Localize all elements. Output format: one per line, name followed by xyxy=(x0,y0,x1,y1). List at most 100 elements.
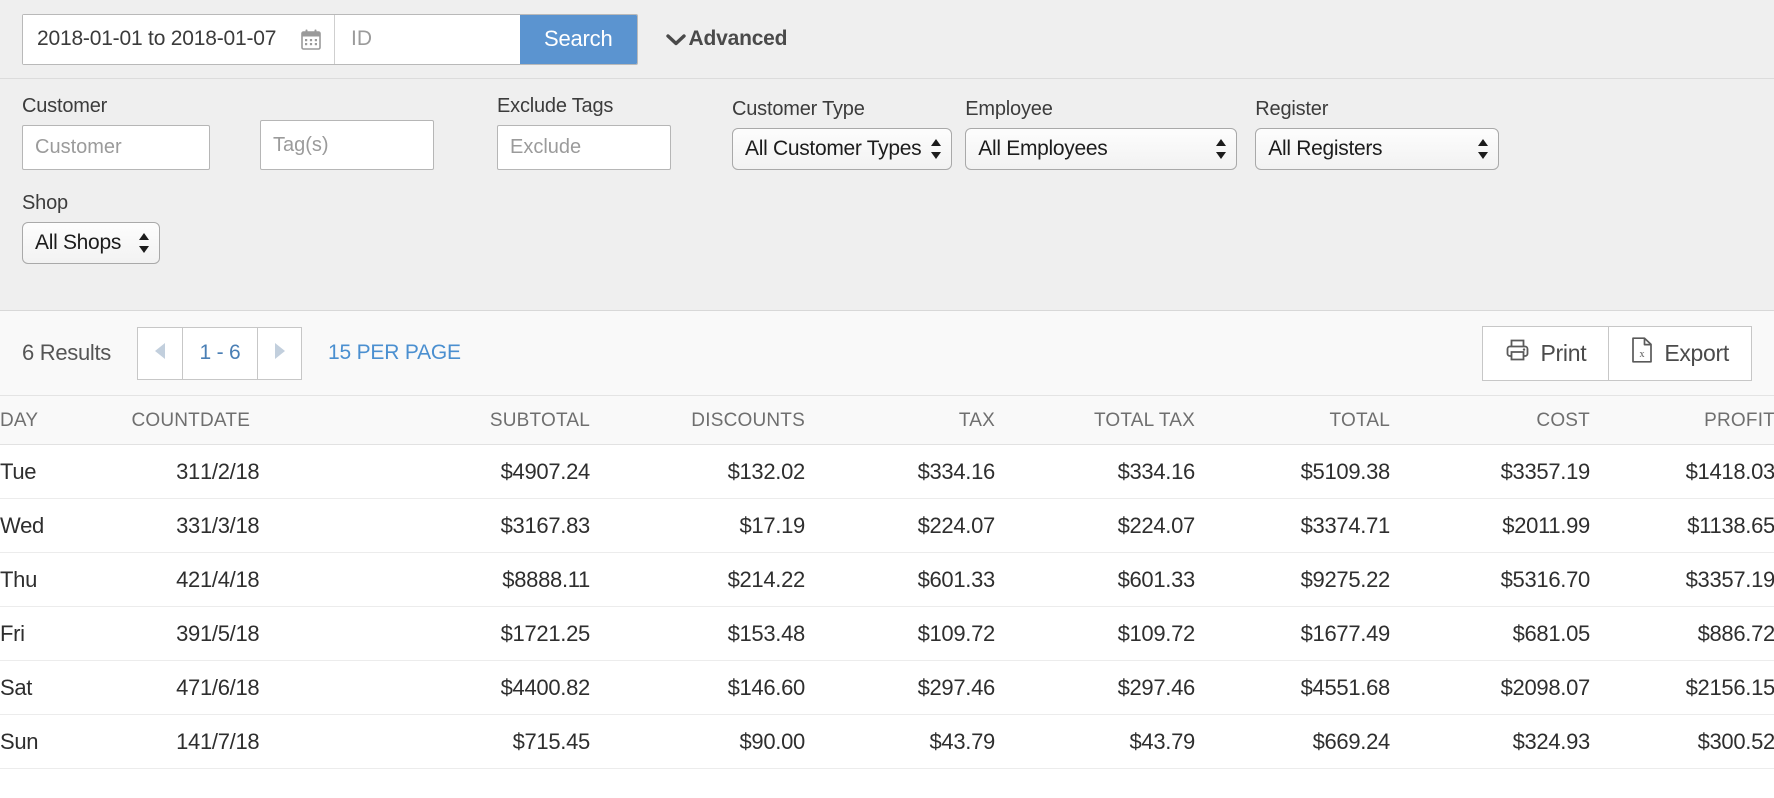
employee-select[interactable]: All Employees xyxy=(965,128,1238,170)
cell-date: 1/6/18 xyxy=(200,660,380,715)
customer-input[interactable] xyxy=(22,125,210,170)
cell-cost: $2011.99 xyxy=(1390,498,1590,553)
filter-employee: Employee All Employees xyxy=(965,98,1238,170)
column-header-profit[interactable]: PROFIT xyxy=(1590,396,1774,445)
printer-icon xyxy=(1505,338,1530,368)
cell-date: 1/3/18 xyxy=(200,498,380,553)
pagination-current-page[interactable]: 1 - 6 xyxy=(182,326,258,380)
column-header-total[interactable]: TOTAL xyxy=(1195,396,1390,445)
calendar-icon[interactable] xyxy=(301,29,321,50)
cell-tax: $224.07 xyxy=(805,498,995,553)
cell-cost: $5316.70 xyxy=(1390,552,1590,607)
export-label: Export xyxy=(1664,339,1729,366)
cell-tax: $297.46 xyxy=(805,660,995,715)
column-header-count[interactable]: COUNT xyxy=(110,396,200,445)
cell-date: 1/4/18 xyxy=(200,552,380,607)
column-header-subtotal[interactable]: SUBTOTAL xyxy=(380,396,590,445)
table-row[interactable]: Fri 39 1/5/18 $1721.25 $153.48 $109.72 $… xyxy=(0,606,1774,661)
filter-exclude-tags: Exclude Tags xyxy=(497,95,671,170)
cell-total-tax: $601.33 xyxy=(995,552,1195,607)
table-row[interactable]: Thu 42 1/4/18 $8888.11 $214.22 $601.33 $… xyxy=(0,552,1774,607)
table-head: DAY COUNT DATE SUBTOTAL DISCOUNTS TAX TO… xyxy=(0,396,1774,445)
cell-date: 1/2/18 xyxy=(200,444,380,499)
select-spinner-icon xyxy=(138,231,150,255)
cell-total: $1677.49 xyxy=(1195,606,1390,661)
cell-day: Sat xyxy=(0,660,110,715)
cell-discounts: $17.19 xyxy=(590,498,805,553)
cell-total: $3374.71 xyxy=(1195,498,1390,553)
cell-day: Tue xyxy=(0,444,110,499)
cell-day: Sun xyxy=(0,714,110,769)
id-input[interactable] xyxy=(349,26,506,52)
filter-tags xyxy=(260,120,434,170)
customer-type-select[interactable]: All Customer Types xyxy=(732,128,953,170)
column-header-cost[interactable]: COST xyxy=(1390,396,1590,445)
table-row[interactable]: Sun 14 1/7/18 $715.45 $90.00 $43.79 $43.… xyxy=(0,714,1774,769)
export-button[interactable]: x Export xyxy=(1608,325,1752,381)
cell-total: $9275.22 xyxy=(1195,552,1390,607)
filters-row-1: Customer Exclude Tags Customer Type All … xyxy=(22,95,1752,170)
table-row[interactable]: Wed 33 1/3/18 $3167.83 $17.19 $224.07 $2… xyxy=(0,498,1774,553)
column-header-discounts[interactable]: DISCOUNTS xyxy=(590,396,805,445)
cell-subtotal: $1721.25 xyxy=(380,606,590,661)
pagination-next-button[interactable] xyxy=(257,326,303,380)
cell-day: Thu xyxy=(0,552,110,607)
results-count: 6 Results xyxy=(22,340,112,365)
shop-select[interactable]: All Shops xyxy=(22,222,160,264)
cell-tax: $43.79 xyxy=(805,714,995,769)
cell-count: 47 xyxy=(110,660,200,715)
cell-subtotal: $715.45 xyxy=(380,714,590,769)
column-header-total-tax[interactable]: TOTAL TAX xyxy=(995,396,1195,445)
shop-label: Shop xyxy=(22,192,68,214)
cell-count: 31 xyxy=(110,444,200,499)
chevron-down-icon xyxy=(665,33,686,46)
date-range-field[interactable]: 2018-01-01 to 2018-01-07 xyxy=(23,14,335,64)
cell-cost: $2098.07 xyxy=(1390,660,1590,715)
cell-profit: $300.52 xyxy=(1590,714,1774,769)
select-spinner-icon xyxy=(930,137,942,161)
column-header-date[interactable]: DATE xyxy=(200,396,380,445)
cell-total: $669.24 xyxy=(1195,714,1390,769)
table-row[interactable]: Sat 47 1/6/18 $4400.82 $146.60 $297.46 $… xyxy=(0,660,1774,715)
cell-cost: $681.05 xyxy=(1390,606,1590,661)
caret-left-icon xyxy=(153,342,167,365)
cell-discounts: $153.48 xyxy=(590,606,805,661)
filter-customer: Customer xyxy=(22,95,210,170)
column-header-day[interactable]: DAY xyxy=(0,396,110,445)
cell-cost: $3357.19 xyxy=(1390,444,1590,499)
table-row[interactable]: Tue 31 1/2/18 $4907.24 $132.02 $334.16 $… xyxy=(0,444,1774,499)
filter-customer-type: Customer Type All Customer Types xyxy=(732,98,953,170)
table-body: Tue 31 1/2/18 $4907.24 $132.02 $334.16 $… xyxy=(0,444,1774,769)
cell-subtotal: $4907.24 xyxy=(380,444,590,499)
filter-register: Register All Registers xyxy=(1255,98,1500,170)
per-page-selector[interactable]: 15 PER PAGE xyxy=(328,341,461,365)
cell-profit: $3357.19 xyxy=(1590,552,1774,607)
cell-date: 1/5/18 xyxy=(200,606,380,661)
shop-value: All Shops xyxy=(35,231,122,254)
pagination-prev-button[interactable] xyxy=(137,326,183,380)
select-spinner-icon xyxy=(1477,137,1489,161)
select-spinner-icon xyxy=(1215,137,1227,161)
exclude-tags-input[interactable] xyxy=(497,125,671,170)
cell-tax: $109.72 xyxy=(805,606,995,661)
cell-count: 42 xyxy=(110,552,200,607)
caret-right-icon xyxy=(273,342,287,365)
excel-file-icon: x xyxy=(1631,337,1653,369)
filter-shop: Shop All Shops xyxy=(22,192,160,264)
cell-day: Wed xyxy=(0,498,110,553)
cell-subtotal: $4400.82 xyxy=(380,660,590,715)
column-header-tax[interactable]: TAX xyxy=(805,396,995,445)
advanced-toggle[interactable]: Advanced xyxy=(665,27,788,51)
tags-input[interactable] xyxy=(260,120,434,170)
search-input-group: 2018-01-01 to 2018-01-07 Search xyxy=(22,13,638,65)
search-button[interactable]: Search xyxy=(520,14,637,64)
cell-total-tax: $43.79 xyxy=(995,714,1195,769)
advanced-label: Advanced xyxy=(688,27,788,50)
customer-label: Customer xyxy=(22,95,108,117)
register-select[interactable]: All Registers xyxy=(1255,128,1500,170)
print-button[interactable]: Print xyxy=(1481,325,1609,381)
employee-value: All Employees xyxy=(978,137,1108,160)
cell-discounts: $214.22 xyxy=(590,552,805,607)
employee-label: Employee xyxy=(965,98,1053,120)
svg-text:x: x xyxy=(1640,349,1645,360)
